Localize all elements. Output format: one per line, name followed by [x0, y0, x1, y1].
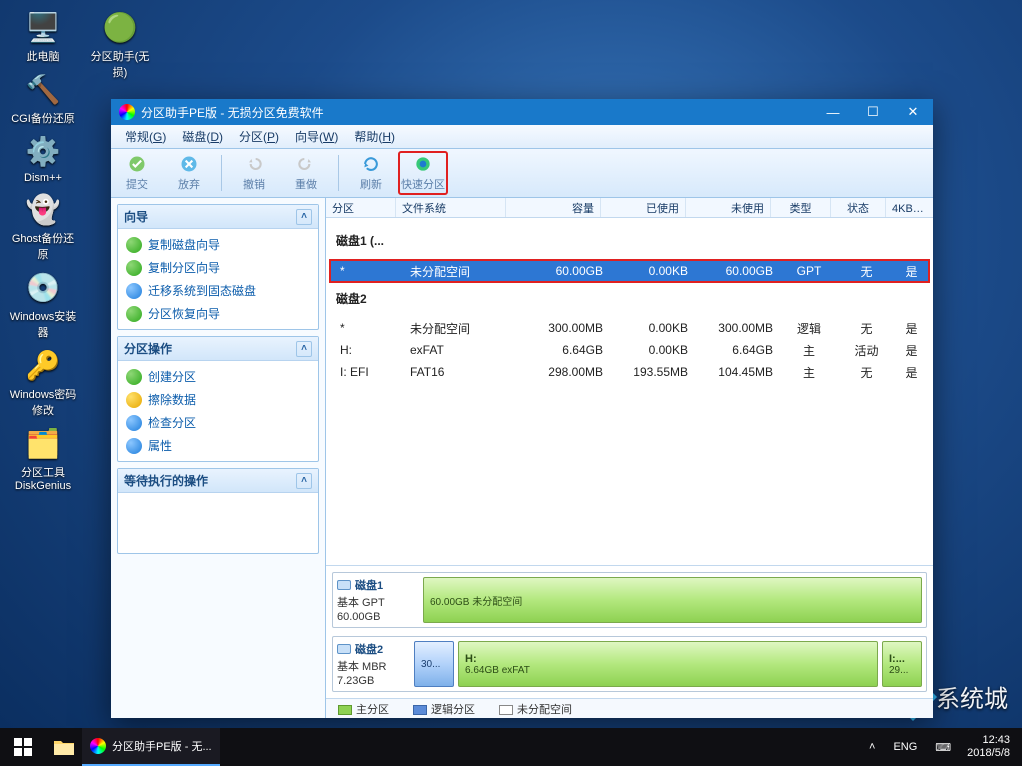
- disk1-header[interactable]: 磁盘1 (...: [330, 224, 929, 260]
- partition-op-item[interactable]: 属性: [120, 434, 316, 457]
- app-icon: [90, 738, 106, 754]
- partition-ops-panel: 分区操作 ˄ 创建分区擦除数据检查分区属性: [117, 336, 319, 462]
- column-header[interactable]: 容量: [506, 198, 601, 217]
- toolbar: 提交 放弃 撤销 重做 刷新 快速分区: [111, 149, 933, 198]
- disk-icon: [337, 580, 351, 590]
- disk2-header[interactable]: 磁盘2: [330, 282, 929, 317]
- desktop-icon[interactable]: 🔑Windows密码修改: [8, 346, 78, 418]
- column-header[interactable]: 文件系统: [396, 198, 506, 217]
- menu-g[interactable]: 常规(G): [117, 125, 174, 148]
- collapse-icon[interactable]: ˄: [296, 473, 312, 489]
- desktop-icons-column-2: 🟢分区助手(无损): [85, 8, 155, 80]
- partition-assistant-window: 分区助手PE版 - 无损分区免费软件 — ☐ ✕ 常规(G)磁盘(D)分区(P)…: [111, 99, 933, 718]
- wizard-item[interactable]: 分区恢复向导: [120, 302, 316, 325]
- desktop-icon[interactable]: 👻Ghost备份还原: [8, 190, 78, 262]
- desktop-icon[interactable]: ⚙️Dism++: [8, 132, 78, 184]
- desktop-icon[interactable]: 🔨CGI备份还原: [8, 70, 78, 126]
- disk1-schematic[interactable]: 磁盘1 基本 GPT 60.00GB 60.00GB 未分配空间: [332, 572, 927, 628]
- discard-button[interactable]: 放弃: [164, 151, 214, 195]
- ops-panel-title: 分区操作: [124, 340, 172, 357]
- app-icon: [119, 104, 135, 120]
- desktop-icon[interactable]: 💿Windows安装器: [8, 268, 78, 340]
- legend: 主分区 逻辑分区 未分配空间: [326, 698, 933, 718]
- disk-icon: [337, 644, 351, 654]
- menu-d[interactable]: 磁盘(D): [174, 125, 231, 148]
- partition-bar[interactable]: 30...: [414, 641, 454, 687]
- pending-ops-panel: 等待执行的操作 ˄: [117, 468, 319, 554]
- refresh-button[interactable]: 刷新: [346, 151, 396, 195]
- column-header[interactable]: 状态: [831, 198, 886, 217]
- menu-w[interactable]: 向导(W): [287, 125, 346, 148]
- disk-schematic: 磁盘1 基本 GPT 60.00GB 60.00GB 未分配空间 磁盘2 基本 …: [326, 565, 933, 698]
- tray-ime[interactable]: ENG: [885, 728, 925, 766]
- collapse-icon[interactable]: ˄: [296, 209, 312, 225]
- partition-bar[interactable]: H:6.64GB exFAT: [458, 641, 878, 687]
- tray-clock[interactable]: 12:43 2018/5/8: [961, 734, 1016, 759]
- taskbar: 分区助手PE版 - 无... ˄ ENG ⌨ 12:43 2018/5/8: [0, 728, 1022, 766]
- partition-list: 磁盘1 (... *未分配空间60.00GB0.00KB60.00GBGPT无是…: [326, 218, 933, 565]
- wizard-panel: 向导 ˄ 复制磁盘向导复制分区向导迁移系统到固态磁盘分区恢复向导: [117, 204, 319, 330]
- column-header[interactable]: 未使用: [686, 198, 771, 217]
- column-header[interactable]: 类型: [771, 198, 831, 217]
- partition-row[interactable]: I: EFIFAT16298.00MB193.55MB104.45MB主无是: [330, 361, 929, 383]
- disk2-schematic[interactable]: 磁盘2 基本 MBR 7.23GB 30...H:6.64GB exFATI:.…: [332, 636, 927, 692]
- wizard-item[interactable]: 复制磁盘向导: [120, 233, 316, 256]
- column-header[interactable]: 分区: [326, 198, 396, 217]
- taskbar-file-explorer[interactable]: [46, 728, 82, 766]
- maximize-button[interactable]: ☐: [853, 99, 893, 125]
- desktop-icon[interactable]: 🟢分区助手(无损): [85, 8, 155, 80]
- partition-row[interactable]: *未分配空间60.00GB0.00KB60.00GBGPT无是: [330, 260, 929, 282]
- taskbar-active-app[interactable]: 分区助手PE版 - 无...: [82, 728, 220, 766]
- titlebar[interactable]: 分区助手PE版 - 无损分区免费软件 — ☐ ✕: [111, 99, 933, 125]
- main-content: 分区文件系统容量已使用未使用类型状态4KB对齐 磁盘1 (... *未分配空间6…: [326, 198, 933, 718]
- wizard-item[interactable]: 迁移系统到固态磁盘: [120, 279, 316, 302]
- collapse-icon[interactable]: ˄: [296, 341, 312, 357]
- quick-partition-button[interactable]: 快速分区: [398, 151, 448, 195]
- desktop-icon[interactable]: 🖥️此电脑: [8, 8, 78, 64]
- start-button[interactable]: [0, 728, 46, 766]
- grid-header: 分区文件系统容量已使用未使用类型状态4KB对齐: [326, 198, 933, 218]
- tray-keyboard-icon[interactable]: ⌨: [927, 728, 959, 766]
- partition-op-item[interactable]: 创建分区: [120, 365, 316, 388]
- desktop-icon[interactable]: 🗂️分区工具DiskGenius: [8, 424, 78, 492]
- disk1-unallocated-bar[interactable]: 60.00GB 未分配空间: [423, 577, 922, 623]
- partition-row[interactable]: *未分配空间300.00MB0.00KB300.00MB逻辑无是: [330, 317, 929, 339]
- redo-button[interactable]: 重做: [281, 151, 331, 195]
- close-button[interactable]: ✕: [893, 99, 933, 125]
- window-title: 分区助手PE版 - 无损分区免费软件: [141, 104, 324, 121]
- wizard-item[interactable]: 复制分区向导: [120, 256, 316, 279]
- desktop-icons-column-1: 🖥️此电脑 🔨CGI备份还原 ⚙️Dism++ 👻Ghost备份还原💿Windows安…: [8, 8, 78, 492]
- column-header[interactable]: 4KB对齐: [886, 198, 933, 217]
- menu-h[interactable]: 帮助(H): [346, 125, 403, 148]
- sidebar: 向导 ˄ 复制磁盘向导复制分区向导迁移系统到固态磁盘分区恢复向导 分区操作 ˄ 创建…: [111, 198, 326, 718]
- partition-row[interactable]: H:exFAT6.64GB0.00KB6.64GB主活动是: [330, 339, 929, 361]
- menu-p[interactable]: 分区(P): [231, 125, 287, 148]
- pending-panel-title: 等待执行的操作: [124, 472, 208, 489]
- commit-button[interactable]: 提交: [112, 151, 162, 195]
- menubar: 常规(G)磁盘(D)分区(P)向导(W)帮助(H): [111, 125, 933, 149]
- partition-op-item[interactable]: 检查分区: [120, 411, 316, 434]
- wizard-panel-title: 向导: [124, 208, 148, 225]
- column-header[interactable]: 已使用: [601, 198, 686, 217]
- partition-bar[interactable]: I:...29...: [882, 641, 922, 687]
- partition-op-item[interactable]: 擦除数据: [120, 388, 316, 411]
- minimize-button[interactable]: —: [813, 99, 853, 125]
- tray-up-icon[interactable]: ˄: [861, 728, 883, 766]
- undo-button[interactable]: 撤销: [229, 151, 279, 195]
